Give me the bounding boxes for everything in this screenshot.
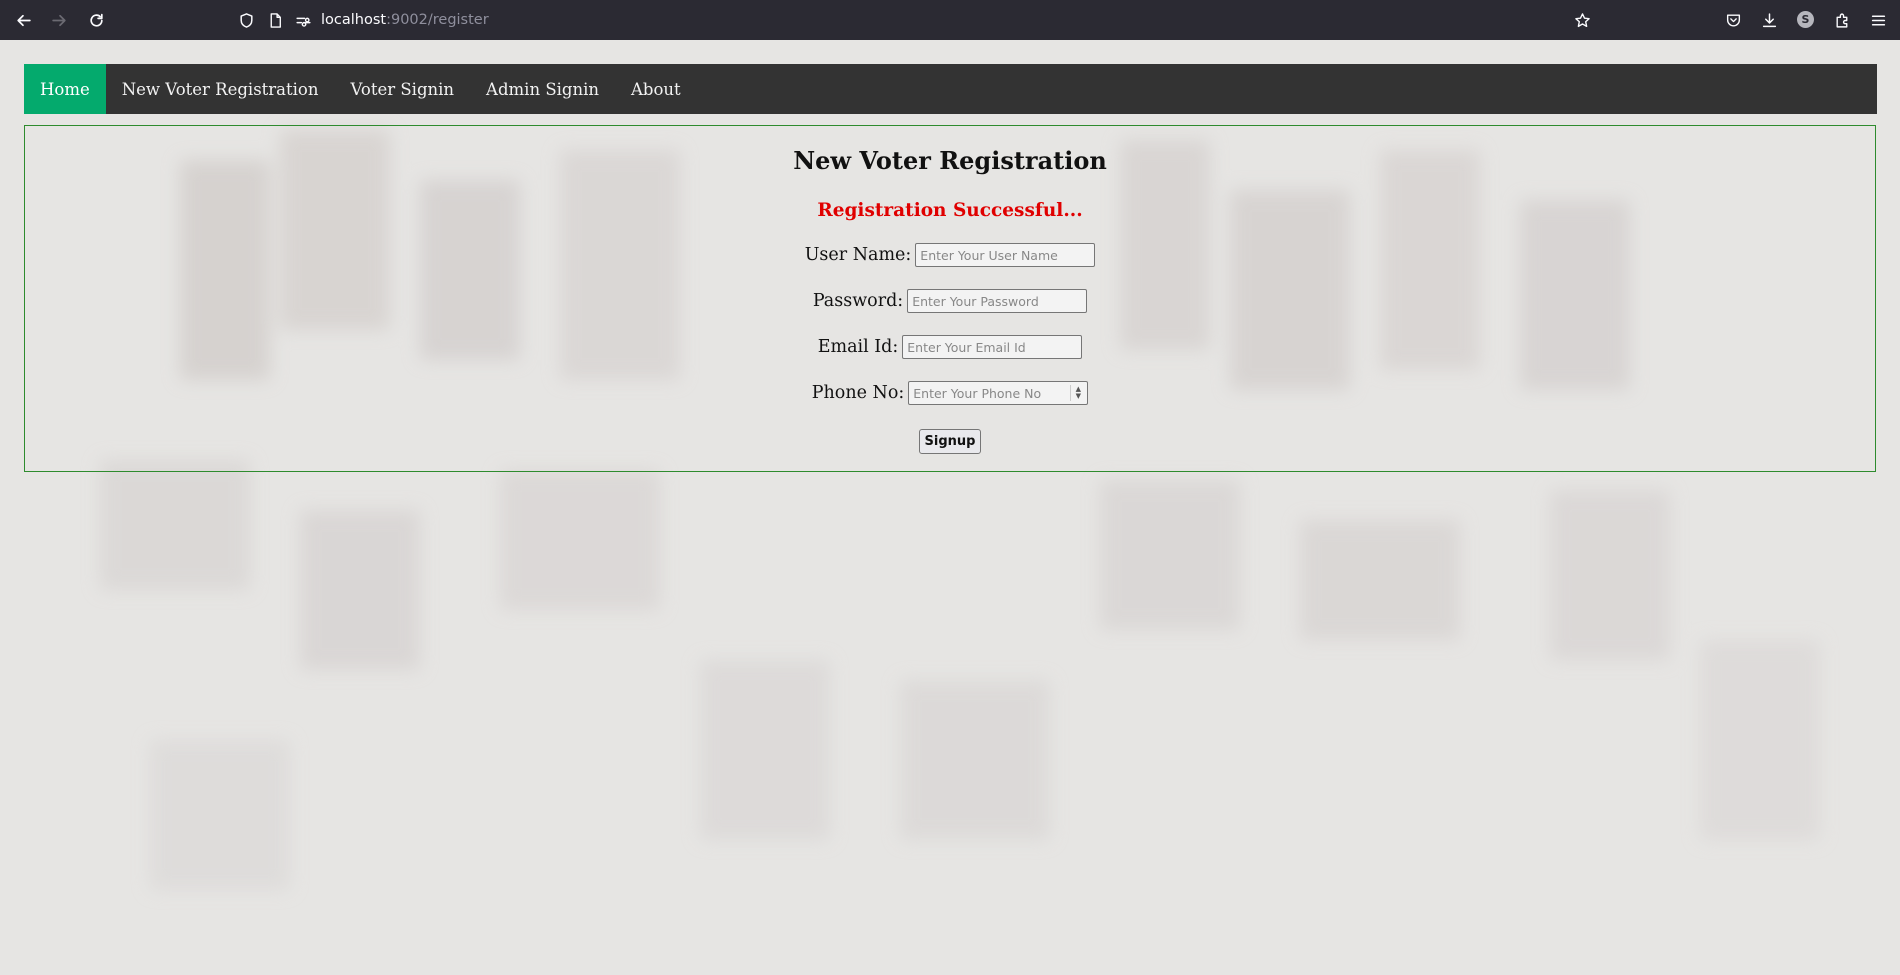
email-row: Email Id: Enter Your Email Id: [25, 335, 1875, 359]
password-input[interactable]: Enter Your Password: [907, 289, 1088, 313]
phone-input[interactable]: Enter Your Phone No ▲ ▼: [908, 381, 1089, 405]
phone-row: Phone No: Enter Your Phone No ▲ ▼: [25, 381, 1875, 405]
download-icon[interactable]: [1757, 8, 1781, 32]
bookmark-star-icon[interactable]: [1570, 8, 1594, 32]
email-input[interactable]: Enter Your Email Id: [902, 335, 1083, 359]
forward-arrow-icon[interactable]: [47, 8, 71, 32]
url-path: :9002/register: [386, 12, 489, 28]
page-icon[interactable]: [263, 8, 287, 32]
pocket-icon[interactable]: [1721, 8, 1745, 32]
password-label: Password:: [812, 291, 904, 311]
phone-placeholder: Enter Your Phone No: [913, 385, 1042, 401]
extensions-icon[interactable]: [1830, 8, 1854, 32]
browser-toolbar: localhost:9002/register S: [0, 0, 1900, 40]
username-placeholder: Enter Your User Name: [920, 247, 1058, 263]
page-viewport: Home New Voter Registration Voter Signin…: [0, 40, 1900, 975]
permissions-icon[interactable]: [291, 8, 315, 32]
username-input[interactable]: Enter Your User Name: [915, 243, 1096, 267]
nav-home[interactable]: Home: [24, 64, 106, 114]
menu-icon[interactable]: [1866, 8, 1890, 32]
page-title: New Voter Registration: [793, 146, 1107, 175]
submit-row: Signup: [25, 429, 1875, 454]
nav-voter-signin[interactable]: Voter Signin: [335, 64, 471, 114]
email-label: Email Id:: [817, 337, 899, 357]
password-row: Password: Enter Your Password: [25, 289, 1875, 313]
status-message: Registration Successful...: [817, 200, 1083, 221]
username-label: User Name:: [804, 245, 912, 265]
signup-button[interactable]: Signup: [918, 429, 982, 454]
url-bar[interactable]: localhost:9002/register: [321, 10, 489, 30]
main-nav: Home New Voter Registration Voter Signin…: [24, 64, 1877, 114]
phone-label: Phone No:: [811, 383, 905, 403]
avatar-icon[interactable]: S: [1797, 11, 1814, 28]
back-arrow-icon[interactable]: [11, 8, 35, 32]
reload-icon[interactable]: [84, 8, 108, 32]
nav-admin-signin[interactable]: Admin Signin: [470, 64, 615, 114]
url-host: localhost: [321, 12, 387, 28]
shield-icon[interactable]: [234, 8, 258, 32]
nav-about[interactable]: About: [615, 64, 697, 114]
nav-new-voter-registration[interactable]: New Voter Registration: [106, 64, 335, 114]
password-placeholder: Enter Your Password: [912, 293, 1039, 309]
number-spinner-icon[interactable]: ▲ ▼: [1070, 385, 1085, 401]
email-placeholder: Enter Your Email Id: [907, 339, 1026, 355]
registration-form-panel: New Voter Registration Registration Succ…: [24, 125, 1876, 472]
username-row: User Name: Enter Your User Name: [25, 243, 1875, 267]
